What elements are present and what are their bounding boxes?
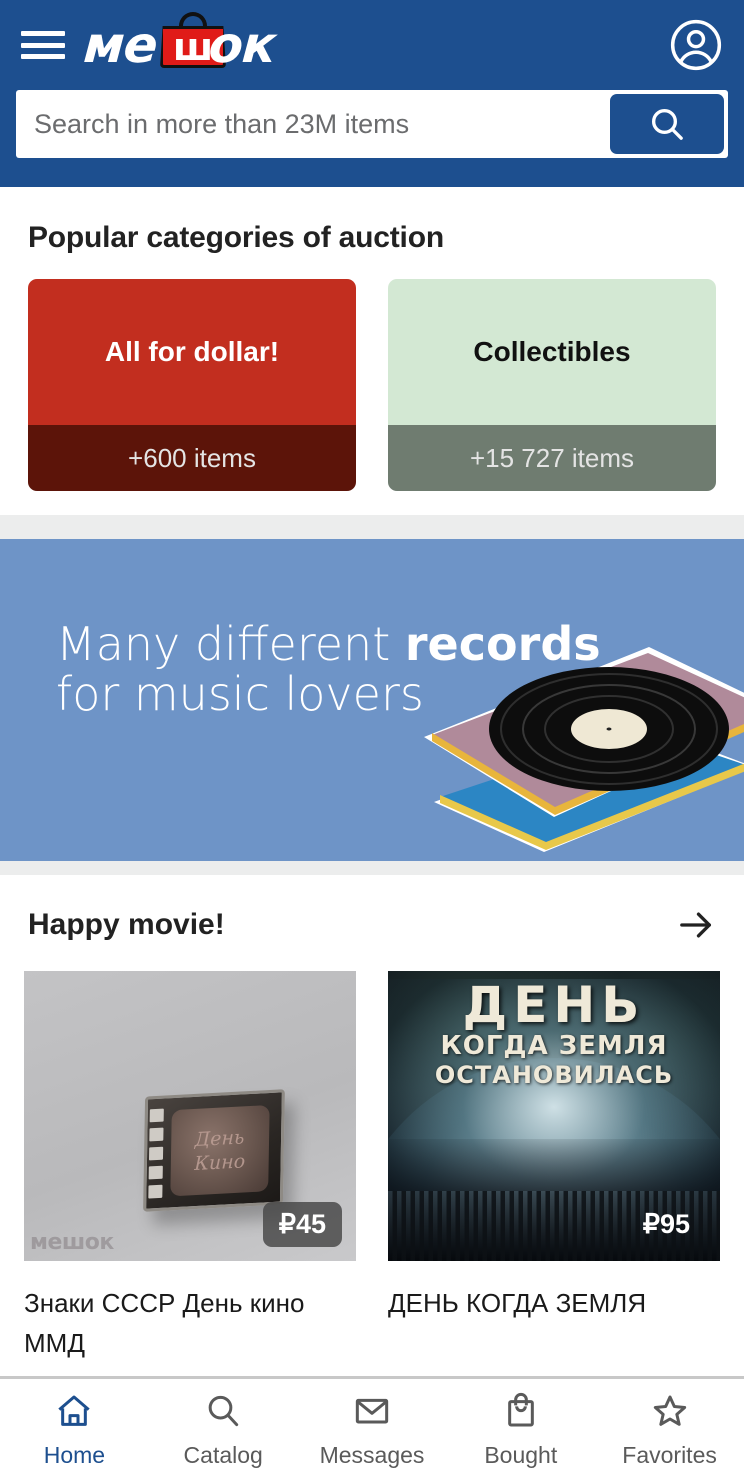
film-perforation xyxy=(147,1108,168,1201)
account-circle-icon[interactable] xyxy=(668,17,724,73)
product-title: Знаки СССР День кино ММД xyxy=(24,1288,305,1358)
product-card[interactable]: мешок ₽45 Знаки СССР День кино ММД xyxy=(24,971,356,1363)
product-card[interactable]: ДЕНЬ КОГДА ЗЕМЛЯ ОСТАНОВИЛАСЬ ₽95 ДЕНЬ К… xyxy=(388,971,720,1363)
price-badge: ₽95 xyxy=(642,1209,690,1239)
search-icon xyxy=(203,1391,243,1436)
hamburger-bar xyxy=(21,42,65,48)
nav-item-catalog[interactable]: Catalog xyxy=(149,1379,298,1480)
nav-label: Bought xyxy=(484,1441,558,1468)
hamburger-bar xyxy=(21,31,65,36)
banner-line-1-plain: Many different xyxy=(56,617,405,671)
products-title: Happy movie! xyxy=(28,908,225,941)
envelope-icon xyxy=(352,1391,392,1436)
meshok-watermark: мешок xyxy=(30,1230,114,1255)
movie-poster-photo: ДЕНЬ КОГДА ЗЕМЛЯ ОСТАНОВИЛАСЬ ₽95 xyxy=(388,971,720,1261)
category-card-all-for-dollar[interactable]: All for dollar! +600 items xyxy=(28,279,356,491)
poster-title-text: ДЕНЬ КОГДА ЗЕМЛЯ ОСТАНОВИЛАСЬ xyxy=(388,979,720,1089)
arrow-right-icon[interactable] xyxy=(676,905,716,945)
section-divider xyxy=(0,515,744,539)
popular-categories-section: Popular categories of auction All for do… xyxy=(0,187,744,515)
nav-label: Catalog xyxy=(183,1441,263,1468)
products-header: Happy movie! xyxy=(24,875,720,971)
category-count: +600 items xyxy=(28,425,356,491)
banner-line-1: Many different records xyxy=(56,619,601,669)
badge-shape xyxy=(142,1089,285,1212)
products-grid: мешок ₽45 Знаки СССР День кино ММД ДЕНЬ xyxy=(24,971,720,1363)
soviet-film-badge-photo: мешок ₽45 xyxy=(24,971,356,1261)
app-screen: мешок ш Popular cat xyxy=(0,0,744,1480)
nav-label: Home xyxy=(43,1441,106,1468)
price-badge: ₽45 xyxy=(262,1202,342,1247)
nav-item-bought[interactable]: Bought xyxy=(446,1379,595,1480)
search-input[interactable] xyxy=(34,90,610,158)
shopping-bag-icon xyxy=(501,1391,541,1436)
app-header: мешок ш xyxy=(0,0,744,187)
home-icon xyxy=(54,1391,94,1436)
search-bar[interactable] xyxy=(16,90,728,158)
banner-line-1-bold: records xyxy=(404,617,601,671)
logo-text-left: ме xyxy=(81,16,159,74)
meshok-logo[interactable]: мешок ш xyxy=(81,10,277,80)
categories-title: Popular categories of auction xyxy=(28,221,444,254)
nav-item-favorites[interactable]: Favorites xyxy=(595,1379,744,1480)
categories-grid: All for dollar! +600 items Collectibles … xyxy=(28,279,716,491)
promo-banner-records[interactable]: Many different records for music lovers xyxy=(0,539,744,861)
banner-line-2: for music lovers xyxy=(56,667,424,721)
logo-text-bag-letter: ш xyxy=(172,25,214,69)
category-count: +15 727 items xyxy=(388,425,716,491)
banner-text: Many different records for music lovers xyxy=(56,619,601,719)
nav-label: Favorites xyxy=(622,1441,717,1468)
hamburger-menu-icon[interactable] xyxy=(20,28,66,62)
star-icon xyxy=(650,1391,690,1436)
header-top-bar: мешок ш xyxy=(14,0,730,90)
happy-movie-section: Happy movie! м xyxy=(0,875,744,1383)
nav-item-home[interactable]: Home xyxy=(0,1379,149,1480)
nav-item-messages[interactable]: Messages xyxy=(298,1379,447,1480)
search-button[interactable] xyxy=(610,94,724,154)
poster-line-3: ОСТАНОВИЛАСЬ xyxy=(434,1061,674,1089)
product-title: ДЕНЬ КОГДА ЗЕМЛЯ xyxy=(388,1288,647,1318)
nav-label: Messages xyxy=(319,1441,425,1468)
poster-line-2: КОГДА ЗЕМЛЯ xyxy=(440,1031,668,1061)
poster-line-1: ДЕНЬ xyxy=(462,976,646,1034)
category-label: All for dollar! xyxy=(28,279,356,425)
section-divider xyxy=(0,861,744,875)
category-card-collectibles[interactable]: Collectibles +15 727 items xyxy=(388,279,716,491)
bottom-navigation-bar: Home Catalog Messages Bought Favorites xyxy=(0,1376,744,1480)
hamburger-bar xyxy=(21,54,65,59)
category-label: Collectibles xyxy=(388,279,716,425)
